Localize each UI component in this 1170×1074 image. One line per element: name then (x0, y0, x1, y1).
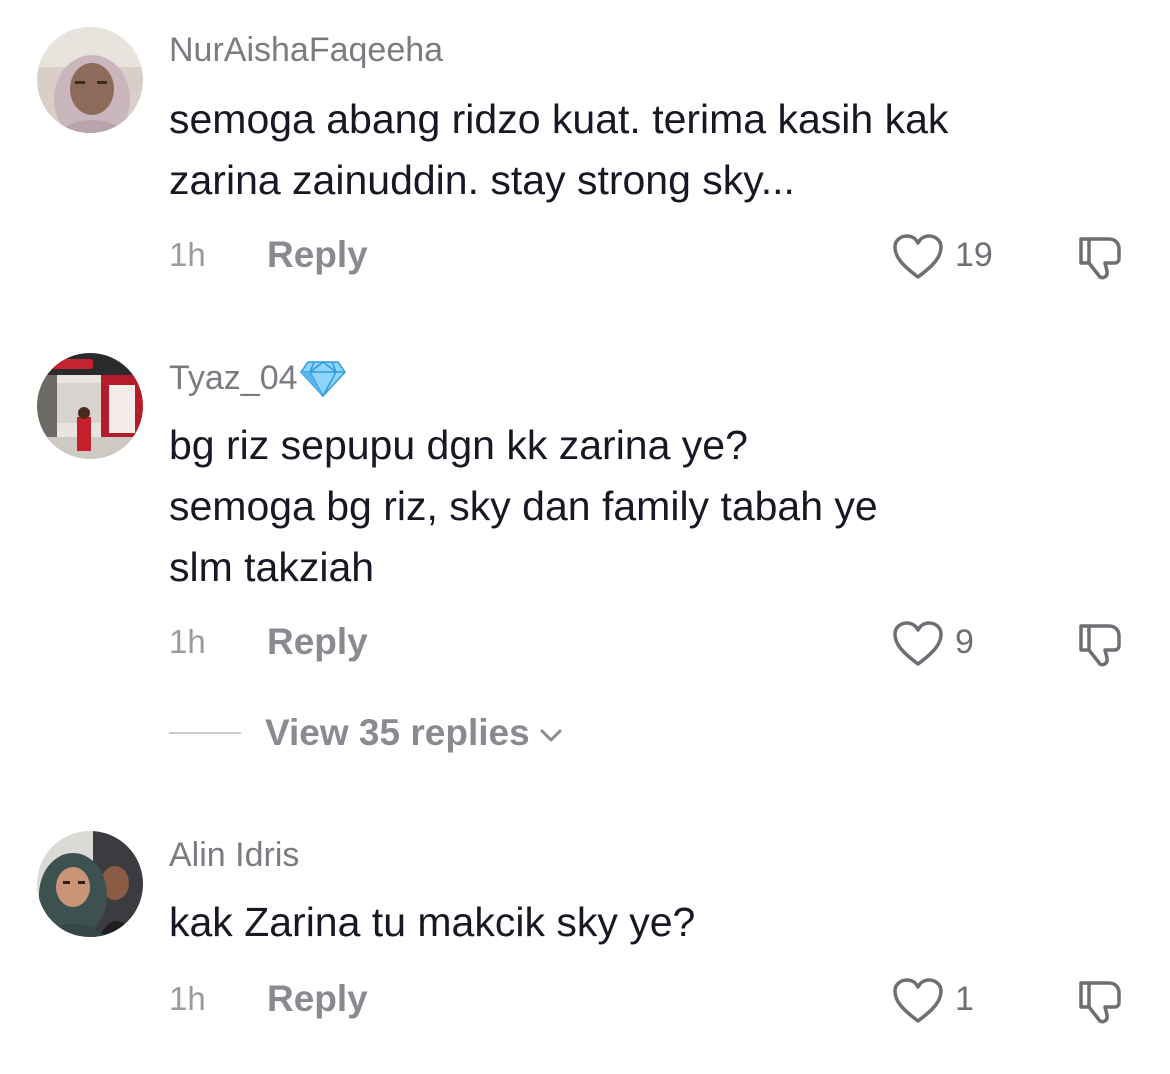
view-replies-label[interactable]: View 35 replies (265, 712, 530, 754)
like-count: 19 (955, 236, 993, 274)
like-count: 1 (955, 980, 974, 1018)
comment-text: kak Zarina tu makcik sky ye? (169, 899, 696, 945)
username-label[interactable]: Tyaz_04 (169, 359, 298, 398)
gem-icon (299, 361, 346, 398)
dislike-icon[interactable] (1073, 231, 1125, 283)
avatar[interactable] (37, 831, 143, 937)
comment-username[interactable]: Alin Idris (169, 836, 299, 875)
dislike-icon[interactable] (1073, 975, 1125, 1027)
username-label[interactable]: Alin Idris (169, 836, 299, 875)
comment-text: semoga abang ridzo kuat. terima kasih ka… (169, 96, 949, 203)
avatar-photo (37, 27, 143, 133)
heart-icon[interactable] (892, 620, 944, 668)
reply-button[interactable]: Reply (267, 978, 368, 1020)
avatar[interactable] (37, 27, 143, 133)
view-replies-button[interactable]: View 35 replies (169, 712, 564, 754)
like-count: 9 (955, 623, 974, 661)
comment-time: 1h (169, 236, 206, 273)
avatar-photo (37, 831, 143, 937)
avatar-photo (37, 353, 143, 459)
dislike-icon[interactable] (1073, 618, 1125, 670)
view-replies-divider (169, 732, 241, 734)
comment-username[interactable]: NurAishaFaqeeha (169, 31, 443, 70)
reply-button[interactable]: Reply (267, 234, 368, 276)
comment-username[interactable]: Tyaz_04 (169, 358, 346, 398)
username-label[interactable]: NurAishaFaqeeha (169, 31, 443, 70)
comment-text: bg riz sepupu dgn kk zarina ye? semoga b… (169, 422, 878, 590)
heart-icon[interactable] (892, 977, 944, 1025)
heart-icon[interactable] (892, 233, 944, 281)
chevron-down-icon[interactable] (538, 725, 564, 745)
comment-time: 1h (169, 980, 206, 1017)
comment-time: 1h (169, 623, 206, 660)
avatar[interactable] (37, 353, 143, 459)
reply-button[interactable]: Reply (267, 621, 368, 663)
